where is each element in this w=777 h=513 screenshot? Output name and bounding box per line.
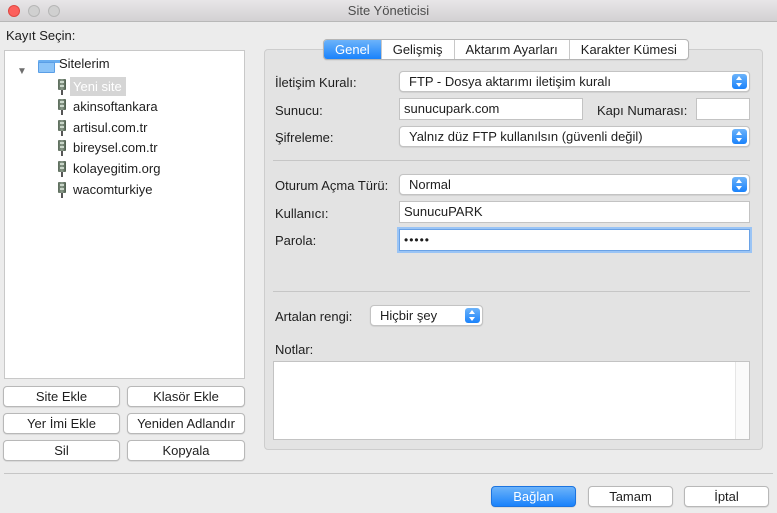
site-add-button[interactable]: Site Ekle	[3, 386, 120, 407]
protocol-value: FTP - Dosya aktarımı iletişim kuralı	[409, 74, 612, 89]
server-icon	[58, 140, 66, 156]
server-icon	[58, 161, 66, 177]
divider	[273, 291, 750, 292]
tree-site-label: bireysel.com.tr	[73, 140, 158, 155]
server-icon	[58, 182, 66, 198]
bg-color-select[interactable]: Hiçbir şey	[370, 305, 483, 326]
select-entry-label: Kayıt Seçin:	[6, 28, 76, 43]
divider	[273, 160, 750, 161]
tree-site-label: Yeni site	[73, 79, 122, 94]
ok-button[interactable]: Tamam	[588, 486, 673, 507]
encryption-label: Şifreleme:	[275, 130, 334, 145]
password-input[interactable]: •••••	[399, 229, 750, 251]
logon-type-label: Oturum Açma Türü:	[275, 178, 389, 193]
tree-site-item[interactable]: kolayegitim.org	[56, 159, 245, 178]
tree-site-label: kolayegitim.org	[73, 161, 161, 176]
logon-type-select[interactable]: Normal	[399, 174, 750, 195]
select-arrows-icon	[732, 74, 747, 89]
tab-transfer-settings[interactable]: Aktarım Ayarları	[455, 40, 570, 59]
connect-button[interactable]: Bağlan	[491, 486, 576, 507]
host-input[interactable]: sunucupark.com	[399, 98, 583, 120]
cancel-button[interactable]: İptal	[684, 486, 769, 507]
tree-site-item[interactable]: Yeni site	[56, 77, 245, 96]
tree-folder-sitelerim[interactable]: ▼ Sitelerim	[4, 54, 245, 77]
server-icon	[58, 99, 66, 115]
bookmark-add-button[interactable]: Yer İmi Ekle	[3, 413, 120, 434]
encryption-value: Yalnız düz FTP kullanılsın (güvenli deği…	[409, 129, 643, 144]
title-bar: Site Yöneticisi	[0, 0, 777, 22]
notes-label: Notlar:	[275, 342, 314, 357]
host-label: Sunucu:	[275, 103, 323, 118]
logon-type-value: Normal	[409, 177, 451, 192]
tab-general[interactable]: Genel	[324, 40, 382, 59]
disclosure-triangle-icon[interactable]: ▼	[17, 62, 27, 81]
tree-folder-label: Sitelerim	[59, 56, 110, 71]
copy-button[interactable]: Kopyala	[127, 440, 245, 461]
port-label: Kapı Numarası:	[597, 103, 688, 118]
tree-site-label: akinsoftankara	[73, 99, 158, 114]
password-label: Parola:	[275, 233, 317, 248]
tree-site-item[interactable]: wacomturkiye	[56, 180, 245, 199]
folder-icon	[38, 60, 61, 73]
encryption-select[interactable]: Yalnız düz FTP kullanılsın (güvenli deği…	[399, 126, 750, 147]
tab-advanced[interactable]: Gelişmiş	[382, 40, 455, 59]
footer-divider	[4, 473, 773, 474]
rename-button[interactable]: Yeniden Adlandır	[127, 413, 245, 434]
bg-color-value: Hiçbir şey	[380, 308, 438, 323]
select-arrows-icon	[732, 177, 747, 192]
tree-site-label: artisul.com.tr	[73, 120, 148, 135]
bg-color-label: Artalan rengi:	[275, 309, 353, 324]
window-title: Site Yöneticisi	[347, 3, 430, 18]
server-icon	[58, 79, 66, 95]
select-arrows-icon	[465, 308, 480, 323]
user-input[interactable]: SunucuPARK	[399, 201, 750, 223]
user-label: Kullanıcı:	[275, 206, 329, 221]
tree-site-item[interactable]: akinsoftankara	[56, 97, 245, 116]
tab-charset[interactable]: Karakter Kümesi	[570, 40, 688, 59]
port-input[interactable]	[696, 98, 750, 120]
tree-site-item[interactable]: artisul.com.tr	[56, 118, 245, 137]
notes-textarea[interactable]	[273, 361, 750, 440]
select-arrows-icon	[732, 129, 747, 144]
tree-site-label: wacomturkiye	[73, 182, 153, 197]
notes-scrollbar[interactable]	[735, 362, 749, 439]
settings-tabs: Genel Gelişmiş Aktarım Ayarları Karakter…	[323, 39, 689, 60]
server-icon	[58, 120, 66, 136]
folder-add-button[interactable]: Klasör Ekle	[127, 386, 245, 407]
protocol-label: İletişim Kuralı:	[275, 75, 357, 90]
delete-button[interactable]: Sil	[3, 440, 120, 461]
protocol-select[interactable]: FTP - Dosya aktarımı iletişim kuralı	[399, 71, 750, 92]
tree-site-item[interactable]: bireysel.com.tr	[56, 138, 245, 157]
